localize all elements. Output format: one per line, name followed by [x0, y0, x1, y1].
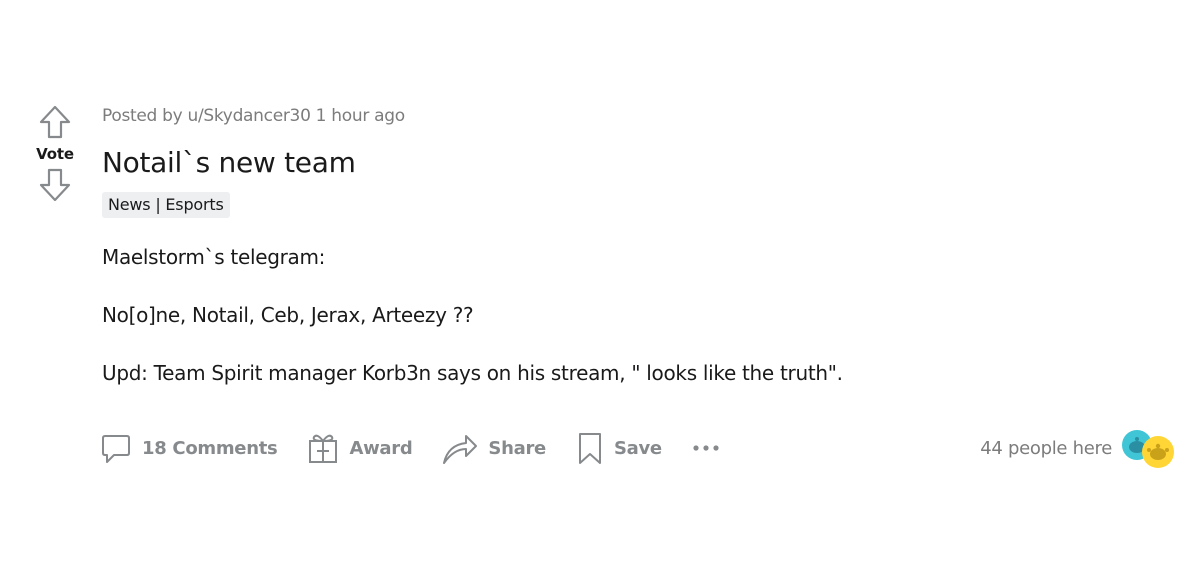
body-paragraph: No[o]ne, Notail, Ceb, Jerax, Arteezy ??: [102, 303, 474, 327]
share-button[interactable]: Share: [442, 431, 546, 465]
gift-icon: [307, 431, 339, 465]
award-button[interactable]: Award: [307, 431, 413, 465]
people-here-count: 44 people here: [980, 437, 1112, 459]
save-label: Save: [613, 437, 662, 459]
body-paragraph: Upd: Team Spirit manager Korb3n says on …: [102, 361, 843, 385]
downvote-arrow-icon: [39, 168, 71, 202]
downvote-button[interactable]: [37, 167, 73, 203]
bookmark-icon: [576, 431, 604, 465]
vote-label: Vote: [36, 145, 74, 163]
comment-bubble-icon: [100, 431, 132, 465]
share-label: Share: [488, 437, 546, 459]
award-label: Award: [349, 437, 413, 459]
post-flair[interactable]: News | Esports: [102, 192, 230, 218]
upvote-button[interactable]: [37, 104, 73, 140]
post-body: Maelstorm`s telegram: No[o]ne, Notail, C…: [102, 242, 1180, 388]
presence-indicator: 44 people here: [980, 428, 1174, 468]
comments-button[interactable]: 18 Comments: [100, 431, 278, 465]
vote-column: Vote: [30, 104, 80, 203]
more-options-button[interactable]: [692, 443, 720, 453]
snoo-avatar-icon: [1142, 436, 1174, 468]
post-card: Vote Posted by u/Skydancer30 1 hour ago …: [0, 0, 1200, 584]
save-button[interactable]: Save: [576, 431, 662, 465]
body-paragraph: Maelstorm`s telegram:: [102, 245, 326, 269]
post-content: Posted by u/Skydancer30 1 hour ago Notai…: [102, 104, 1180, 416]
share-arrow-icon: [442, 431, 478, 465]
comments-label: 18 Comments: [142, 437, 278, 459]
post-action-bar: 18 Comments Award Share Save: [100, 428, 720, 468]
post-title[interactable]: Notail`s new team: [102, 144, 1180, 182]
post-meta[interactable]: Posted by u/Skydancer30 1 hour ago: [102, 104, 1180, 128]
presence-avatars: [1122, 428, 1174, 468]
ellipsis-icon: [693, 445, 719, 451]
upvote-arrow-icon: [39, 105, 71, 139]
